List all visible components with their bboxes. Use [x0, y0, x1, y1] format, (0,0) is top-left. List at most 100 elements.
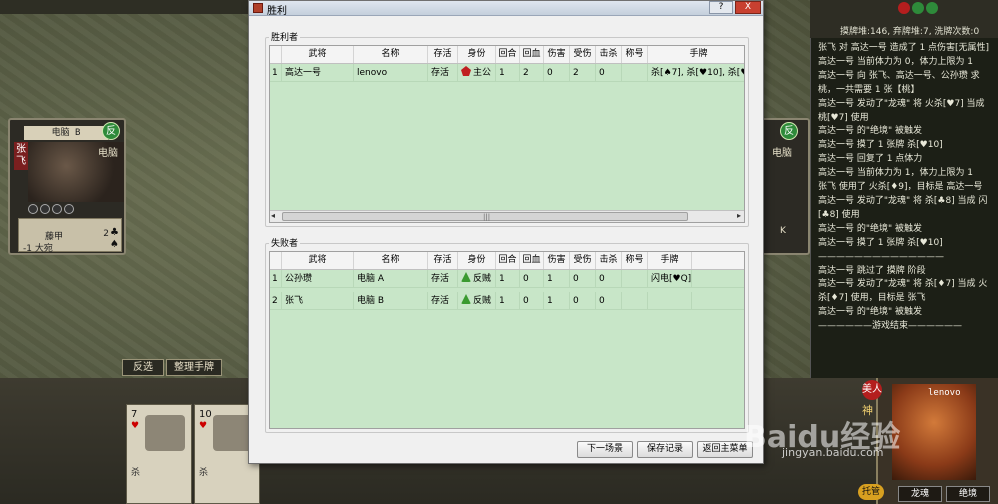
hand-card[interactable]: 7 ♥ 杀: [126, 404, 192, 504]
equipment-area[interactable]: 藤甲 2 ♣ -1 大宛 ♠: [18, 218, 122, 254]
rebel-icon: [461, 294, 471, 304]
club-icon: ♣: [110, 227, 119, 238]
card-value: 7: [131, 409, 138, 420]
skill-juejing-button[interactable]: 绝境: [946, 486, 990, 502]
log-line: 高达一号 跳过了 摸牌 阶段: [818, 265, 926, 276]
app-icon: [253, 3, 263, 13]
auto-play-button[interactable]: 托管: [858, 484, 884, 500]
table-row[interactable]: 2 张飞 电脑 B 存活 反贼 1 0 1 0 0: [270, 292, 744, 310]
col-name[interactable]: 名称: [354, 46, 428, 63]
losers-label: 失败者: [269, 236, 301, 249]
log-lines: 张飞 对 高达一号 造成了 1 点伤害[无属性] 高达一号 当前体力为 0，体力上…: [818, 42, 996, 376]
horizontal-scrollbar[interactable]: ◂ ||| ▸: [270, 210, 744, 222]
log-line: 高达一号 当前体力为 1，体力上限为 1: [818, 168, 974, 179]
log-line: ——————————————: [818, 251, 944, 262]
col-hurt[interactable]: 受伤: [570, 46, 596, 63]
col-alive[interactable]: 存活: [428, 252, 458, 269]
col-name[interactable]: 名称: [354, 252, 428, 269]
col-alive[interactable]: 存活: [428, 46, 458, 63]
log-line: 高达一号 发动了"龙魂" 将 杀[♣8] 当成 闪[♣8] 使用: [818, 195, 988, 220]
log-line: 张飞 对 高达一号 造成了 1 点伤害[无属性]: [818, 43, 990, 53]
log-line: 高达一号 的"绝境" 被触发: [818, 223, 923, 234]
card-value: 10: [199, 409, 212, 420]
invert-select-button[interactable]: 反选: [122, 359, 164, 376]
deck-info: 摸牌堆:146, 弃牌堆:7, 洗牌次数:0: [840, 27, 980, 37]
controller-label: 电脑: [772, 148, 792, 159]
log-line: 高达一号 当前体力为 0，体力上限为 1: [818, 56, 974, 67]
col-turns[interactable]: 回合: [496, 46, 520, 63]
hp-icon: [64, 204, 74, 214]
help-button[interactable]: ?: [709, 1, 733, 14]
col-title[interactable]: 称号: [622, 46, 648, 63]
hp-icon: [52, 204, 62, 214]
winners-label: 胜利者: [269, 30, 301, 43]
col-role[interactable]: 身份: [458, 252, 496, 269]
player-name: lenovo: [928, 388, 961, 398]
card-number: K: [780, 226, 786, 236]
card-art: [213, 415, 253, 451]
scroll-left-icon[interactable]: ◂: [271, 211, 275, 220]
opponent-card-left[interactable]: 电脑 B 反 张飞 电脑 藤甲 2 ♣ -1 大宛 ♠: [8, 118, 126, 255]
col-hurt[interactable]: 受伤: [570, 252, 596, 269]
skill-longhun-button[interactable]: 龙魂: [898, 486, 942, 502]
log-line: 高达一号 发动了"龙魂" 将 火杀[♥7] 当成 桃[♥7] 使用: [818, 98, 985, 123]
green-kingdom-icon: [926, 2, 938, 14]
close-button[interactable]: X: [735, 1, 761, 14]
log-line: 高达一号 摸了 1 张牌 杀[♥10]: [818, 140, 943, 151]
general-name: 张飞: [14, 142, 28, 170]
col-damage[interactable]: 伤害: [544, 46, 570, 63]
table-header: 武将 名称 存活 身份 回合 回血 伤害 受伤 击杀 称号 手牌: [270, 252, 744, 270]
armor-number: 2: [103, 229, 109, 239]
status-icons: [898, 2, 938, 14]
top-status-bar: [0, 0, 248, 14]
log-line: 高达一号 向 张飞、高达一号、公孙瓒 求桃，一共需要 1 张【桃】: [818, 70, 980, 95]
log-line: 高达一号 发动了"龙魂" 将 杀[♦7] 当成 火杀[♦7] 使用，目标是 张飞: [818, 279, 988, 304]
log-line: 高达一号 的"绝境" 被触发: [818, 126, 923, 137]
dialog-titlebar[interactable]: 胜利 ? X: [249, 1, 763, 17]
baidu-watermark-url: jingyan.baidu.com: [782, 446, 884, 459]
scroll-right-icon[interactable]: ▸: [737, 211, 741, 220]
log-line: 高达一号 回复了 1 点体力: [818, 154, 923, 165]
col-damage[interactable]: 伤害: [544, 252, 570, 269]
hp-icon: [28, 204, 38, 214]
controller-label: 电脑: [98, 148, 118, 159]
card-label: 杀: [131, 468, 141, 478]
victory-dialog: 胜利 ? X 胜利者 武将 名称 存活 身份 回合 回血 伤害 受伤 击杀 称号…: [248, 0, 764, 464]
col-general[interactable]: 武将: [282, 46, 354, 63]
horse-label: -1 大宛: [23, 244, 53, 254]
table-row[interactable]: 1 公孙瓒 电脑 A 存活 反贼 1 0 1 0 0 闪电[♥Q]: [270, 270, 744, 288]
col-heal[interactable]: 回血: [520, 252, 544, 269]
col-heal[interactable]: 回血: [520, 46, 544, 63]
col-turns[interactable]: 回合: [496, 252, 520, 269]
col-kills[interactable]: 击杀: [596, 252, 622, 269]
green-kingdom-icon: [912, 2, 924, 14]
next-scene-button[interactable]: 下一场景: [577, 441, 633, 458]
winners-table[interactable]: 武将 名称 存活 身份 回合 回血 伤害 受伤 击杀 称号 手牌 1 高达一号 …: [269, 45, 745, 223]
col-hand[interactable]: 手牌: [648, 46, 744, 63]
card-title: 电脑 B: [24, 126, 108, 140]
player-portrait[interactable]: [892, 384, 976, 480]
kingdom-badge: 反: [780, 122, 798, 140]
log-line: 张飞 使用了 火杀[♦9]，目标是 高达一号: [818, 182, 983, 193]
sort-hand-button[interactable]: 整理手牌: [166, 359, 222, 376]
player-kingdom-badge: 美人: [862, 380, 882, 400]
table-row[interactable]: 1 高达一号 lenovo 存活 主公 1 2 0 2 0 杀[♠7], 杀[♥…: [270, 64, 744, 82]
save-record-button[interactable]: 保存记录: [637, 441, 693, 458]
col-kills[interactable]: 击杀: [596, 46, 622, 63]
heart-icon: ♥: [199, 421, 208, 431]
col-hand[interactable]: 手牌: [648, 252, 692, 269]
rebel-icon: [461, 272, 471, 282]
log-line: 高达一号 摸了 1 张牌 杀[♥10]: [818, 237, 943, 248]
lord-icon: [461, 66, 471, 76]
log-line: 高达一号 的"绝境" 被触发: [818, 307, 923, 318]
spade-icon: ♠: [110, 239, 119, 250]
hp-indicator: [28, 204, 74, 216]
scroll-thumb[interactable]: |||: [282, 212, 688, 221]
heart-icon: ♥: [131, 421, 140, 431]
col-role[interactable]: 身份: [458, 46, 496, 63]
col-general[interactable]: 武将: [282, 252, 354, 269]
col-title[interactable]: 称号: [622, 252, 648, 269]
losers-table[interactable]: 武将 名称 存活 身份 回合 回血 伤害 受伤 击杀 称号 手牌 1 公孙瓒 电…: [269, 251, 745, 429]
card-art: [145, 415, 185, 451]
opponent-card-right[interactable]: 反 电脑 K: [758, 118, 810, 255]
